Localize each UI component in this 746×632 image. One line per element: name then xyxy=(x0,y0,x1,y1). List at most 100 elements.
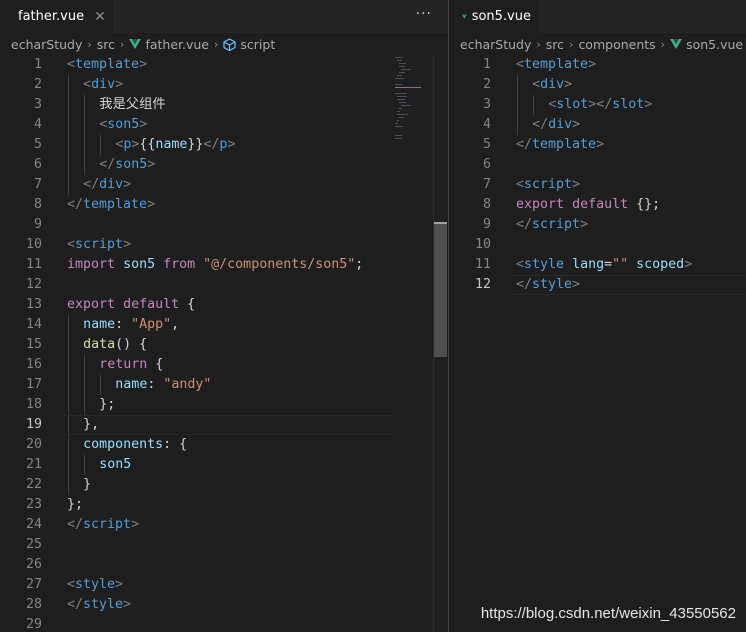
code-line[interactable]: 10 <script> xyxy=(0,235,448,255)
code-line[interactable]: 23}; xyxy=(0,495,448,515)
code-line[interactable]: 12 xyxy=(0,275,448,295)
breadcrumb-item-project[interactable]: echarStudy xyxy=(11,37,82,52)
line-number: 13 xyxy=(25,297,42,312)
code-token: script xyxy=(83,517,132,532)
code-token: < xyxy=(516,257,525,272)
indent-guide xyxy=(68,395,69,415)
code-line[interactable]: 3 <slot></slot> xyxy=(449,95,746,115)
line-number: 21 xyxy=(25,457,42,472)
code-editor-right[interactable]: 1 <template> 2 <div> 3 <slot></slot> 4 </div> 5 <… xyxy=(449,55,746,632)
code-token: { xyxy=(179,297,196,312)
line-number: 23 xyxy=(25,497,42,512)
code-text: <template> xyxy=(67,55,147,75)
code-line[interactable]: 21 son5 xyxy=(0,455,448,475)
code-line[interactable]: 13 export default { xyxy=(0,295,448,315)
code-line[interactable]: 9 </script> xyxy=(449,215,746,235)
breadcrumb-item-file[interactable]: son5.vue xyxy=(686,37,743,52)
line-number: 2 xyxy=(33,77,42,92)
close-icon[interactable]: ✕ xyxy=(94,9,106,25)
breadcrumb-item-project[interactable]: echarStudy xyxy=(460,37,531,52)
code-line[interactable]: 11 import son5 from "@/components/son5"; xyxy=(0,255,448,275)
code-token: data xyxy=(83,337,116,352)
code-token: { xyxy=(147,357,164,372)
code-line[interactable]: 28 </style> xyxy=(0,595,448,615)
line-number: 4 xyxy=(482,117,491,132)
code-line[interactable]: 17 name: "andy" xyxy=(0,375,448,395)
vertical-scrollbar[interactable] xyxy=(433,55,447,632)
code-text: return { xyxy=(99,355,163,375)
code-line[interactable]: 22} xyxy=(0,475,448,495)
vue-file-icon xyxy=(462,14,467,19)
indent-guide xyxy=(68,435,69,455)
breadcrumb-item-symbol[interactable]: script xyxy=(240,37,275,52)
code-line[interactable]: 2 <div> xyxy=(0,75,448,95)
indent-guide xyxy=(84,455,86,475)
code-token: }, xyxy=(83,417,100,432)
code-line[interactable]: 26 xyxy=(0,555,448,575)
code-line[interactable]: 8 export default {}; xyxy=(449,195,746,215)
code-token: </ xyxy=(516,137,533,152)
code-editor-left[interactable]: 1 <template> 2 <div> 3 我是父组件 4 <son5> 5 <p>{{name… xyxy=(0,55,448,632)
tab-father-vue[interactable]: father.vue ✕ xyxy=(0,0,113,33)
code-line[interactable]: 7 </div> xyxy=(0,175,448,195)
code-line[interactable]: 14 name: "App", xyxy=(0,315,448,335)
breadcrumb-item-src[interactable]: src xyxy=(97,37,115,52)
code-line[interactable]: 12 </style> xyxy=(449,275,746,295)
indent-guide xyxy=(68,115,69,135)
code-token: > xyxy=(596,137,605,152)
code-line[interactable]: 5 </template> xyxy=(449,135,746,155)
code-token: > xyxy=(644,97,653,112)
code-line[interactable]: 16 return { xyxy=(0,355,448,375)
code-line[interactable]: 4 <son5> xyxy=(0,115,448,135)
code-line[interactable]: 27 <style> xyxy=(0,575,448,595)
code-line[interactable]: 25 xyxy=(0,535,448,555)
code-line[interactable]: 1 <template> xyxy=(0,55,448,75)
code-token: style xyxy=(532,277,573,292)
code-text: components: { xyxy=(83,435,187,455)
code-line[interactable]: 9 xyxy=(0,215,448,235)
minimap[interactable] xyxy=(393,55,433,632)
code-token: } xyxy=(83,477,92,492)
code-token: components xyxy=(83,437,164,452)
code-text: </script> xyxy=(67,515,139,535)
code-token: > xyxy=(123,597,132,612)
code-line[interactable]: 20 components: { xyxy=(0,435,448,455)
code-line[interactable]: 5 <p>{{name}}</p> xyxy=(0,135,448,155)
line-number: 12 xyxy=(474,277,491,292)
line-number: 14 xyxy=(25,317,42,332)
code-line[interactable]: 10 xyxy=(449,235,746,255)
code-token: </ xyxy=(99,157,116,172)
code-line[interactable]: 6 </son5> xyxy=(0,155,448,175)
more-actions-icon[interactable]: ··· xyxy=(416,6,432,22)
code-line[interactable]: 11 <style lang="" scoped> xyxy=(449,255,746,275)
code-line[interactable]: 24 </script> xyxy=(0,515,448,535)
code-line[interactable]: 18}; xyxy=(0,395,448,415)
code-text: export default { xyxy=(67,295,195,315)
indent-guide xyxy=(517,95,518,115)
indent-guide xyxy=(68,155,69,175)
tab-son5-vue[interactable]: son5.vue xyxy=(449,0,539,33)
scrollbar-thumb[interactable] xyxy=(434,223,447,357)
breadcrumb-item-src[interactable]: src xyxy=(546,37,564,52)
code-token: import xyxy=(67,257,116,272)
breadcrumb-item-components[interactable]: components xyxy=(578,37,655,52)
line-number: 5 xyxy=(33,137,42,152)
code-line[interactable]: 2 <div> xyxy=(449,75,746,95)
code-line[interactable]: 3 我是父组件 xyxy=(0,95,448,115)
code-line[interactable]: 8 </template> xyxy=(0,195,448,215)
code-line[interactable]: 1 <template> xyxy=(449,55,746,75)
code-text: </son5> xyxy=(99,155,155,175)
code-line[interactable]: 15 data() { xyxy=(0,335,448,355)
code-line[interactable]: 4 </div> xyxy=(449,115,746,135)
code-line[interactable]: 6 xyxy=(449,155,746,175)
code-token: from xyxy=(163,257,196,272)
code-line[interactable]: 29 xyxy=(0,615,448,632)
code-token: : xyxy=(147,377,164,392)
code-line[interactable]: 7 <script> xyxy=(449,175,746,195)
indent-guide xyxy=(84,135,86,155)
code-line[interactable]: 19}, xyxy=(0,415,448,435)
breadcrumb-item-file[interactable]: father.vue xyxy=(145,37,209,52)
line-number: 10 xyxy=(474,237,491,252)
